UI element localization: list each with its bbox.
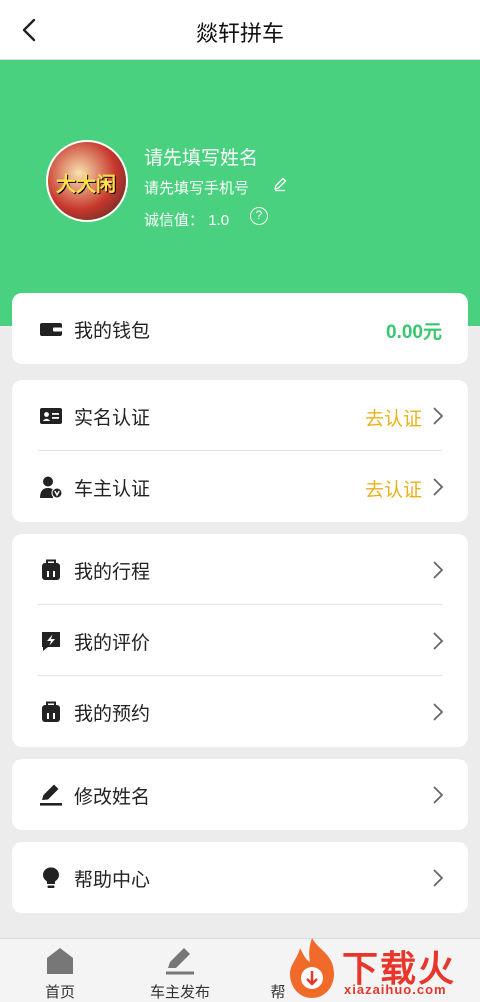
tab-label: 车主发布 — [149, 984, 210, 1001]
home-icon — [47, 948, 73, 974]
driver-verify-icon — [40, 476, 63, 499]
luggage-icon — [42, 701, 60, 722]
menu-label: 我的行程 — [74, 562, 151, 583]
watermark-logo: 下载火 xiazaihuo.com — [280, 934, 480, 1002]
menu-card: 我的行程 我的评价 我的预约 — [12, 534, 468, 747]
edit-pencil-icon[interactable] — [272, 176, 288, 192]
chevron-right-icon — [433, 407, 444, 425]
page-title: 燚轩拼车 — [195, 21, 284, 46]
wallet-icon — [40, 323, 62, 336]
tab-label: 首页 — [44, 984, 75, 1001]
chevron-right-icon — [433, 561, 444, 579]
menu-item-bookings[interactable]: 我的预约 — [12, 676, 468, 747]
tab-home[interactable]: 首页 — [10, 939, 110, 1002]
edit-name-card[interactable]: 修改姓名 — [12, 759, 468, 830]
help-center-label: 帮助中心 — [74, 870, 151, 891]
verify-label: 实名认证 — [74, 408, 151, 429]
chevron-right-icon — [433, 869, 444, 887]
edit-name-label: 修改姓名 — [74, 787, 151, 808]
verify-label: 车主认证 — [74, 479, 151, 500]
id-card-icon — [40, 408, 62, 424]
credit-score: 诚信值： 1.0 — [144, 209, 229, 230]
pen-icon — [40, 784, 62, 806]
user-name[interactable]: 请先填写姓名 — [144, 143, 258, 170]
chevron-right-icon — [433, 703, 444, 721]
wallet-card[interactable]: 我的钱包 0.00元 — [12, 293, 468, 364]
wallet-label: 我的钱包 — [74, 321, 151, 342]
verify-row-real-name[interactable]: 实名认证 去认证 — [12, 380, 468, 451]
verify-status: 去认证 — [364, 409, 422, 430]
menu-label: 我的评价 — [74, 633, 151, 654]
help-center-card[interactable]: 帮助中心 — [12, 842, 468, 913]
wallet-row[interactable]: 我的钱包 0.00元 — [12, 293, 468, 364]
verify-row-driver[interactable]: 车主认证 去认证 — [12, 451, 468, 522]
publish-pen-icon — [166, 948, 194, 975]
flame-logo-icon — [290, 938, 334, 998]
verify-card: 实名认证 去认证 车主认证 去认证 — [12, 380, 468, 522]
title-bar: 燚轩拼车 — [0, 0, 480, 60]
wallet-amount: 0.00元 — [386, 322, 442, 343]
verify-status: 去认证 — [364, 480, 422, 501]
chevron-right-icon — [433, 632, 444, 650]
lightning-chat-icon — [42, 632, 60, 651]
chevron-right-icon — [433, 786, 444, 804]
avatar[interactable]: 大大闲 — [46, 140, 128, 222]
credit-value: 1.0 — [208, 212, 230, 229]
menu-label: 我的预约 — [74, 704, 151, 725]
menu-item-trips[interactable]: 我的行程 — [12, 534, 468, 605]
chevron-right-icon — [433, 478, 444, 496]
edit-name-row[interactable]: 修改姓名 — [12, 759, 468, 830]
question-icon[interactable]: ? — [250, 207, 268, 225]
credit-label: 诚信值： — [144, 212, 205, 229]
luggage-icon — [42, 559, 60, 580]
bulb-icon — [43, 867, 59, 888]
watermark-sub: xiazaihuo.com — [344, 982, 447, 997]
user-phone[interactable]: 请先填写手机号 — [144, 177, 249, 198]
help-center-row[interactable]: 帮助中心 — [12, 842, 468, 913]
tab-publish[interactable]: 车主发布 — [130, 939, 230, 1002]
menu-item-reviews[interactable]: 我的评价 — [12, 605, 468, 676]
avatar-logo-text: 大大闲 — [56, 172, 116, 196]
